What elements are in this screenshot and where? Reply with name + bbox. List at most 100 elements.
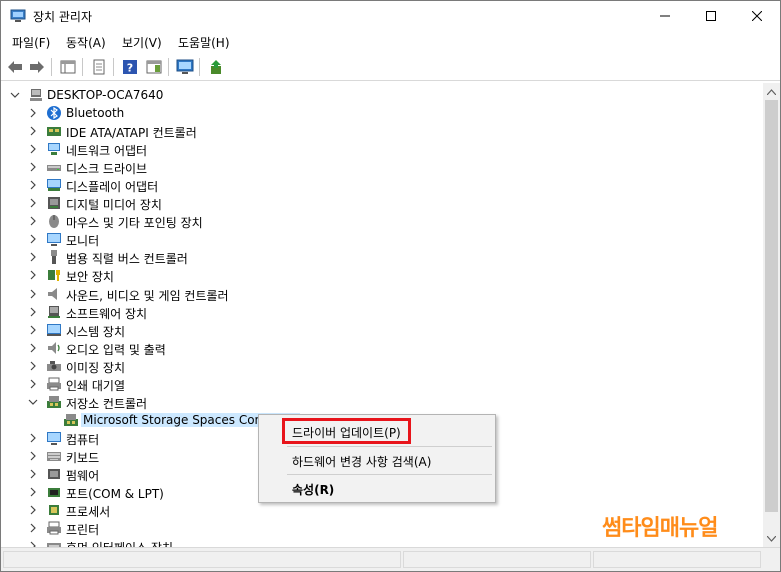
chevron-right-icon[interactable]	[28, 324, 38, 336]
tree-category-item[interactable]: 마우스 및 기타 포인팅 장치	[1, 212, 763, 230]
tree-item-label: 프린터	[66, 523, 100, 538]
chevron-right-icon[interactable]	[28, 179, 38, 191]
action-pane-button[interactable]	[144, 57, 164, 77]
vertical-scrollbar[interactable]	[763, 83, 780, 547]
tree-category-item[interactable]: 사운드, 비디오 및 게임 컨트롤러	[1, 285, 763, 303]
menu-help[interactable]: 도움말(H)	[176, 34, 232, 51]
security-device-icon	[48, 270, 60, 282]
tree-item-label: 모니터	[66, 234, 100, 249]
close-button[interactable]	[734, 1, 780, 31]
processor-icon	[49, 505, 59, 516]
chevron-right-icon[interactable]	[28, 468, 38, 480]
chevron-right-icon[interactable]	[28, 125, 38, 137]
scroll-up-button[interactable]	[763, 83, 780, 100]
tree-category-item[interactable]: 소프트웨어 장치	[1, 303, 763, 321]
tree-category-item[interactable]: 이미징 장치	[1, 357, 763, 375]
tree-root[interactable]: DESKTOP-OCA7640	[1, 86, 763, 104]
properties-menu-item[interactable]: 속성(R)	[292, 481, 334, 498]
firmware-icon	[48, 469, 60, 479]
chevron-down-icon[interactable]	[10, 89, 20, 101]
console-tree-icon	[60, 60, 76, 74]
tree-item-label: 디스플레이 어댑터	[66, 180, 159, 195]
tree-item-label: 펌웨어	[66, 469, 100, 483]
show-hide-console-button[interactable]	[58, 57, 78, 77]
keyboard-icon	[47, 451, 61, 461]
tree-category-item[interactable]: 저장소 컨트롤러	[1, 393, 763, 411]
tree-item-label: 포트(COM & LPT)	[66, 487, 164, 502]
chevron-right-icon[interactable]	[28, 504, 38, 516]
maximize-button[interactable]	[688, 1, 734, 31]
minimize-button[interactable]	[642, 1, 688, 31]
printer-icon	[47, 521, 61, 535]
help-button[interactable]: ?	[120, 57, 140, 77]
scroll-thumb[interactable]	[765, 100, 778, 512]
chevron-right-icon[interactable]	[28, 215, 38, 227]
tree-item-label: 저장소 컨트롤러	[66, 396, 148, 411]
tree-item-label: 시스템 장치	[66, 324, 126, 339]
device-manager-app-icon	[10, 9, 26, 22]
tree-category-item[interactable]: 디스플레이 어댑터	[1, 176, 763, 194]
properties-toolbar-button[interactable]	[89, 57, 109, 77]
tree-category-item[interactable]: 디스크 드라이브	[1, 158, 763, 176]
tree-root-label: DESKTOP-OCA7640	[47, 88, 164, 102]
back-button[interactable]	[5, 57, 25, 77]
tree-category-item[interactable]: IDE ATA/ATAPI 컨트롤러	[1, 122, 763, 140]
chevron-right-icon[interactable]	[28, 450, 38, 462]
hid-icon	[47, 543, 61, 547]
monitor-scan-icon	[176, 59, 194, 74]
scroll-down-button[interactable]	[763, 530, 780, 547]
disk-drive-icon	[47, 165, 61, 172]
status-cell	[403, 551, 591, 568]
tree-category-item[interactable]: 디지털 미디어 장치	[1, 194, 763, 212]
chevron-right-icon[interactable]	[28, 251, 38, 263]
minimize-icon	[660, 15, 670, 17]
scan-hardware-button[interactable]	[175, 57, 195, 77]
chevron-down-icon[interactable]	[28, 396, 38, 408]
tree-item-label: 소프트웨어 장치	[66, 306, 148, 321]
menu-view[interactable]: 보기(V)	[120, 34, 164, 51]
tree-category-item[interactable]: 네트워크 어댑터	[1, 140, 763, 158]
maximize-icon	[706, 11, 716, 21]
chevron-right-icon[interactable]	[28, 540, 38, 547]
chevron-right-icon[interactable]	[28, 233, 38, 245]
tree-category-item[interactable]: 오디오 입력 및 출력	[1, 339, 763, 357]
tree-item-label: 키보드	[66, 450, 100, 465]
bluetooth-icon	[47, 106, 61, 120]
chevron-right-icon[interactable]	[28, 288, 38, 300]
tree-category-item[interactable]: 보안 장치	[1, 266, 763, 284]
scroll-down-icon	[767, 535, 776, 542]
tree-category-item[interactable]: 모니터	[1, 230, 763, 248]
ide-controller-icon	[47, 127, 61, 137]
tree-item-label: 마우스 및 기타 포인팅 장치	[66, 216, 203, 231]
tree-category-item[interactable]: 범용 직렬 버스 컨트롤러	[1, 248, 763, 266]
chevron-right-icon[interactable]	[28, 306, 38, 318]
tree-category-item[interactable]: Bluetooth	[1, 104, 763, 122]
menu-file[interactable]: 파일(F)	[10, 34, 52, 51]
chevron-right-icon[interactable]	[28, 143, 38, 155]
forward-button[interactable]	[27, 57, 47, 77]
chevron-right-icon[interactable]	[28, 161, 38, 173]
tree-item-label: 프로세서	[66, 505, 111, 520]
display-adapter-icon	[47, 179, 61, 192]
digital-media-icon	[48, 197, 60, 210]
chevron-right-icon[interactable]	[28, 522, 38, 534]
chevron-right-icon[interactable]	[28, 342, 38, 354]
chevron-right-icon[interactable]	[28, 269, 38, 281]
chevron-right-icon[interactable]	[28, 432, 38, 444]
menu-action[interactable]: 동작(A)	[64, 34, 108, 51]
scan-hardware-menu-item[interactable]: 하드웨어 변경 사항 검색(A)	[292, 453, 431, 470]
chevron-right-icon[interactable]	[28, 197, 38, 209]
status-cell	[3, 551, 401, 568]
system-device-icon	[47, 323, 61, 336]
watermark: 썸타임매뉴얼	[602, 516, 718, 541]
update-driver-toolbar-button[interactable]	[206, 57, 226, 77]
port-icon	[48, 488, 60, 498]
tree-item-label: 컴퓨터	[66, 432, 100, 447]
chevron-right-icon[interactable]	[28, 486, 38, 498]
tree-item-label: 디스크 드라이브	[66, 162, 148, 177]
chevron-right-icon[interactable]	[28, 360, 38, 372]
chevron-right-icon[interactable]	[28, 378, 38, 390]
tree-category-item[interactable]: 시스템 장치	[1, 321, 763, 339]
chevron-right-icon[interactable]	[28, 107, 38, 119]
tree-category-item[interactable]: 인쇄 대기열	[1, 375, 763, 393]
